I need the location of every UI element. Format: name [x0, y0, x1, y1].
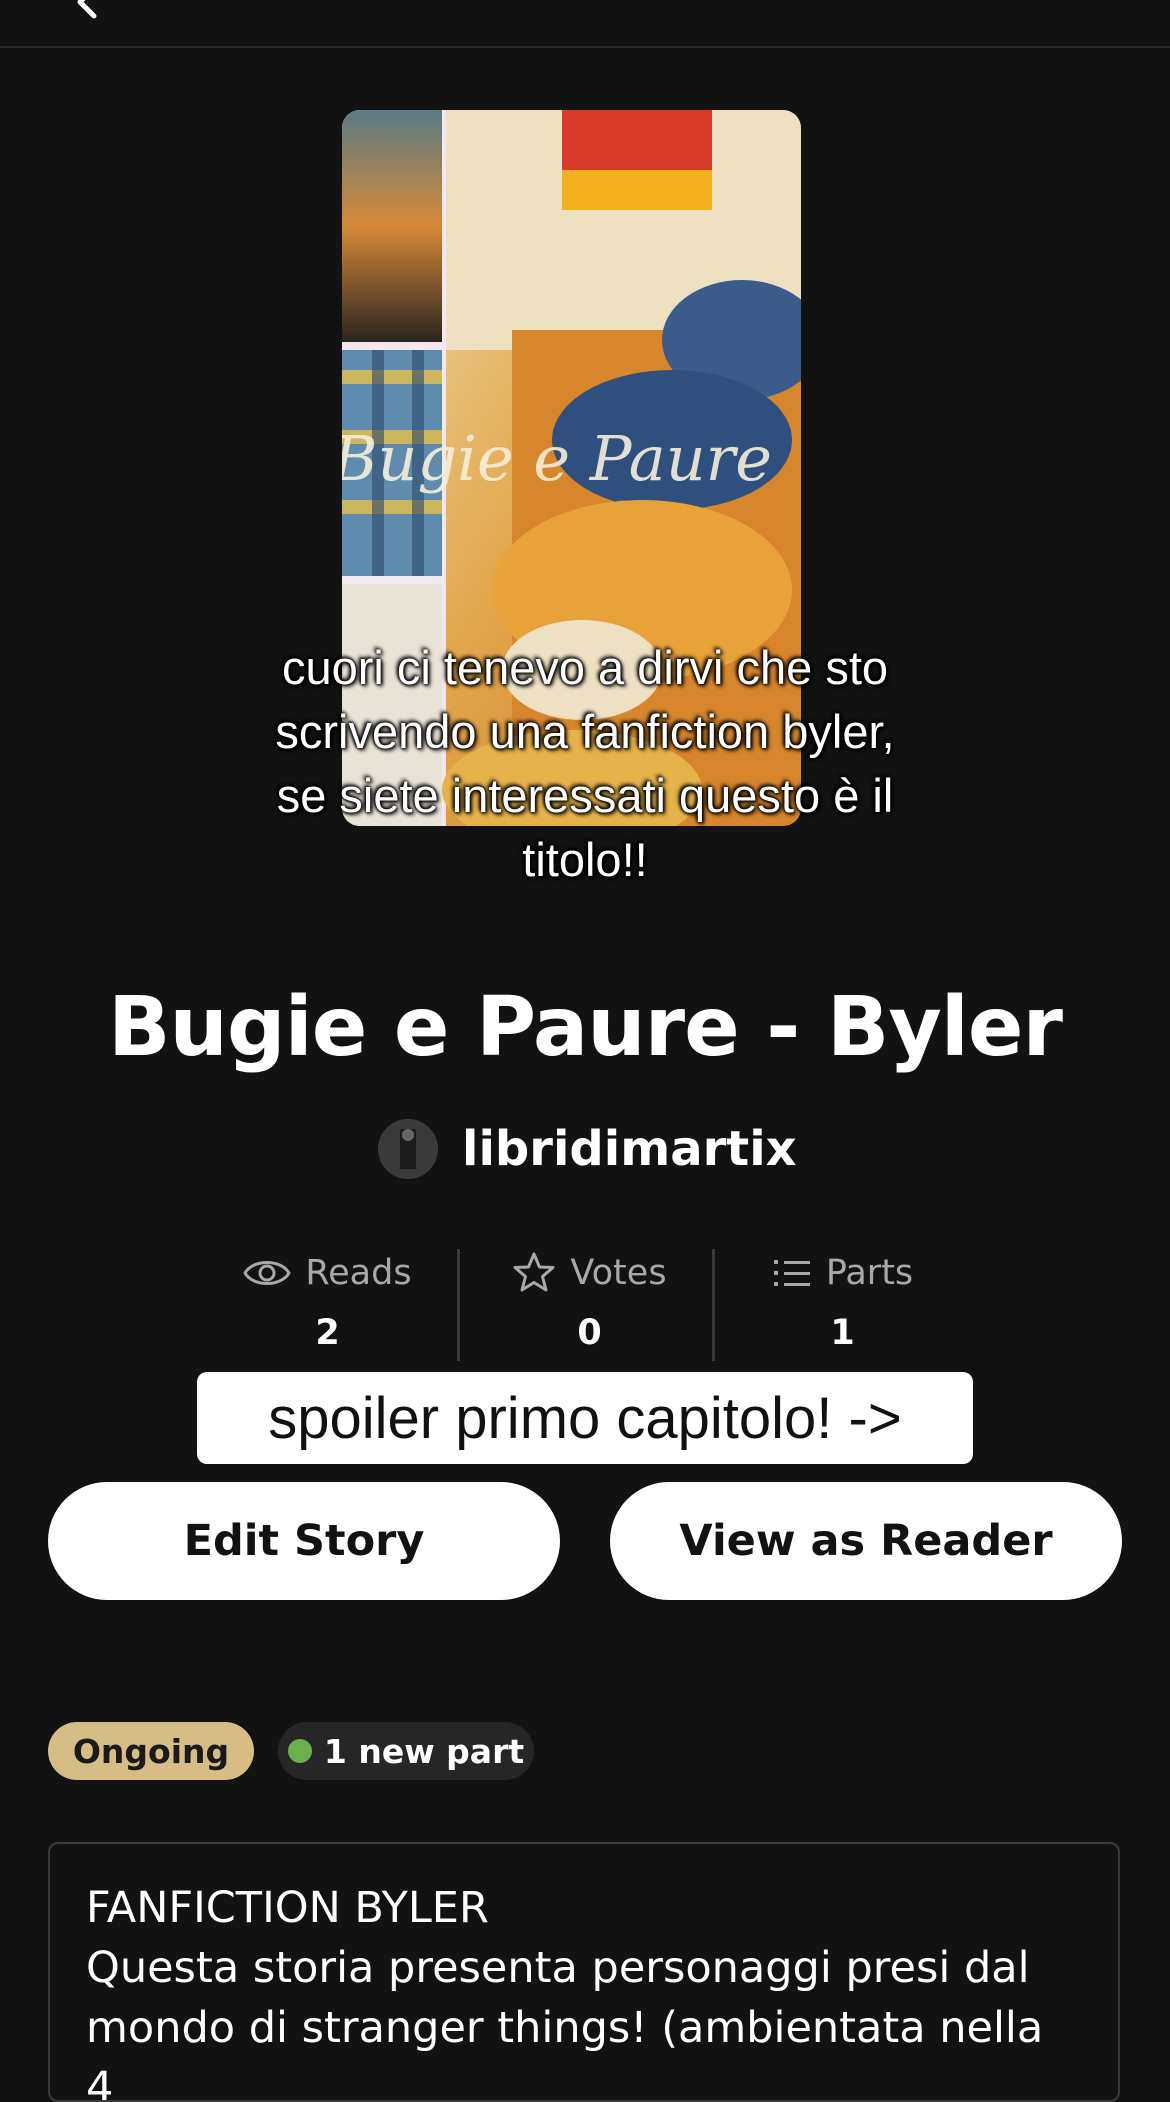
new-indicator-dot	[287, 1739, 312, 1763]
stat-label: Votes	[570, 1253, 667, 1293]
spoiler-banner: spoiler primo capitolo! ->	[197, 1372, 973, 1464]
description-heading: FANFICTION BYLER	[86, 1883, 489, 1933]
new-part-badge: 1 new part	[278, 1722, 534, 1780]
story-title: Bugie e Paure - Byler	[108, 980, 1063, 1075]
story-stats: Reads 2 Votes 0 Parts 1	[200, 1245, 970, 1365]
cover-title-text: Bugie e Paure	[342, 422, 772, 495]
stat-parts: Parts 1	[715, 1245, 970, 1365]
stat-reads: Reads 2	[200, 1245, 455, 1365]
new-part-label: 1 new part	[323, 1731, 525, 1771]
star-icon	[513, 1252, 555, 1292]
status-badge: Ongoing	[48, 1722, 254, 1780]
overlay-caption: cuori ci tenevo a dirvi che sto scrivend…	[275, 641, 895, 886]
chevron-left-icon[interactable]	[68, 0, 108, 22]
author-row[interactable]: libridimartix	[378, 1118, 797, 1180]
stat-value: 2	[315, 1313, 340, 1353]
edit-story-button[interactable]: Edit Story	[48, 1482, 560, 1600]
avatar[interactable]	[378, 1119, 438, 1179]
stat-label: Reads	[305, 1253, 412, 1293]
eye-icon	[243, 1261, 292, 1285]
author-name[interactable]: libridimartix	[462, 1121, 797, 1177]
story-description[interactable]: FANFICTION BYLER Questa storia presenta …	[48, 1842, 1120, 2102]
divider	[457, 1249, 460, 1361]
description-body: Questa storia presenta personaggi presi …	[86, 1943, 1044, 2102]
stat-value: 0	[577, 1313, 602, 1353]
top-bar	[0, 0, 1170, 48]
stat-votes: Votes 0	[462, 1245, 717, 1365]
list-icon	[773, 1260, 810, 1286]
view-as-reader-button[interactable]: View as Reader	[610, 1482, 1122, 1600]
stat-label: Parts	[825, 1253, 914, 1293]
stat-value: 1	[830, 1313, 855, 1353]
